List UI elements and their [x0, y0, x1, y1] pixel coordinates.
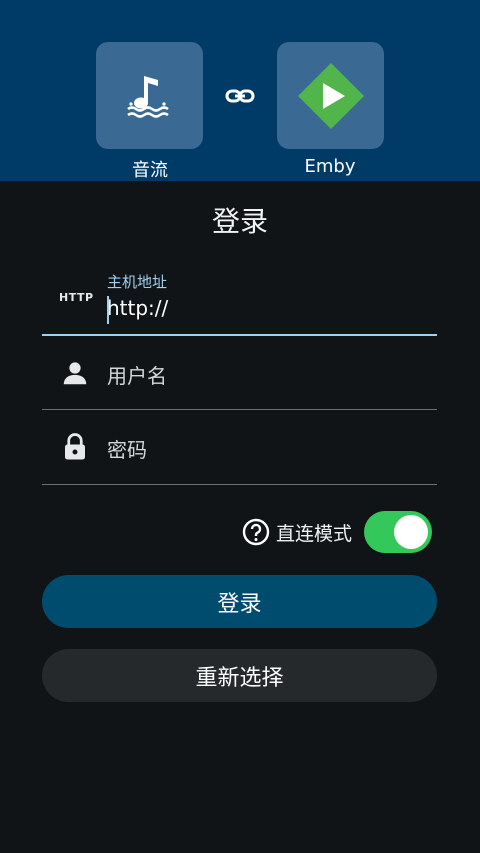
host-field[interactable]: HTTP 主机地址 http://	[42, 262, 437, 336]
host-input[interactable]: http://	[107, 296, 168, 320]
text-caret	[107, 296, 109, 324]
password-field[interactable]: 密码	[42, 410, 437, 485]
direct-mode-row: 直连模式	[242, 510, 432, 554]
music-app-tile	[96, 42, 203, 149]
emby-logo-icon	[297, 62, 364, 129]
login-button[interactable]: 登录	[42, 575, 437, 628]
host-label: 主机地址	[107, 273, 168, 291]
music-app-name: 音流	[132, 160, 168, 181]
reselect-button[interactable]: 重新选择	[42, 649, 437, 702]
link-icon	[225, 89, 255, 103]
username-field[interactable]: 用户名	[42, 336, 437, 410]
music-note-waves-icon	[126, 75, 169, 118]
emby-app-name: Emby	[304, 156, 356, 177]
page-title: 登录	[211, 205, 268, 238]
direct-mode-label: 直连模式	[275, 522, 352, 545]
toggle-knob	[394, 515, 428, 549]
http-icon: HTTP	[59, 291, 94, 304]
header-bar: 音流 Emby	[0, 0, 480, 181]
help-circle-icon[interactable]	[242, 518, 270, 546]
direct-mode-toggle[interactable]	[364, 511, 432, 553]
emby-app-tile	[277, 42, 384, 149]
lock-icon	[65, 433, 85, 460]
username-input[interactable]: 用户名	[107, 360, 167, 389]
password-input[interactable]: 密码	[107, 434, 147, 463]
person-icon	[63, 362, 87, 385]
